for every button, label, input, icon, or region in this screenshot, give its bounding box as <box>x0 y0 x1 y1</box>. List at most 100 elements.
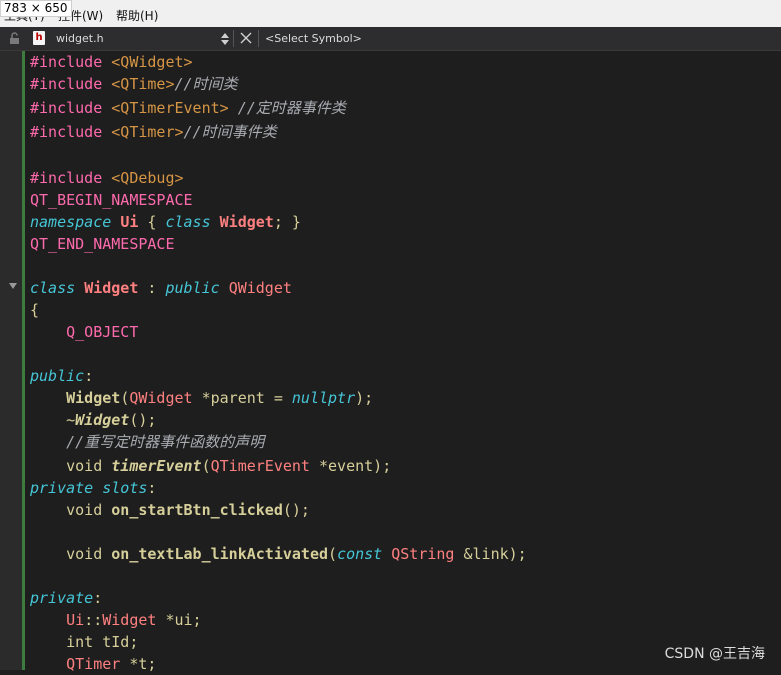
code-token: *event); <box>309 457 392 475</box>
code-token: : <box>84 367 94 385</box>
code-token: <QTimerEvent> <box>111 99 229 117</box>
code-token: QT_BEGIN_NAMESPACE <box>30 191 193 209</box>
toolbar-divider <box>233 30 234 47</box>
code-token: const <box>337 545 383 563</box>
code-token: &link); <box>454 545 527 563</box>
code-line[interactable]: QT_BEGIN_NAMESPACE <box>30 189 193 211</box>
code-line[interactable]: QTimer *t; <box>30 653 156 675</box>
code-token: :: <box>84 611 103 629</box>
code-token: Q_OBJECT <box>66 323 139 341</box>
code-token: (); <box>129 411 157 429</box>
code-token: void <box>30 457 112 475</box>
code-token: ~ <box>30 411 76 429</box>
code-line[interactable]: int tId; <box>30 631 138 653</box>
code-token: #include <box>30 123 112 141</box>
lock-icon[interactable] <box>9 32 21 45</box>
code-token: private <box>30 589 94 607</box>
menu-bar: 工具(T) 控件(W) 帮助(H) <box>0 0 781 28</box>
code-token: ( <box>201 457 211 475</box>
code-token: (); <box>282 501 310 519</box>
code-token: <QTime> <box>111 75 175 93</box>
code-token: QTimer <box>66 655 121 673</box>
code-line[interactable]: namespace Ui { class Widget; } <box>30 211 301 233</box>
fold-arrow-icon[interactable] <box>9 283 17 289</box>
editor-toolbar: h widget.h <Select Symbol> <box>0 27 781 51</box>
code-token: *t; <box>120 655 157 673</box>
symbol-selector[interactable]: <Select Symbol> <box>265 32 362 45</box>
menu-help[interactable]: 帮助(H) <box>116 7 158 24</box>
code-line[interactable]: private: <box>30 587 102 609</box>
code-token: Widget <box>219 213 274 231</box>
code-token: //定时器事件类 <box>228 99 346 117</box>
change-marker-bar <box>22 51 25 670</box>
size-badge: 783 × 650 <box>0 0 72 17</box>
code-token: ( <box>328 545 338 563</box>
code-token: : <box>93 589 103 607</box>
code-token: on_startBtn_clicked <box>111 501 283 519</box>
code-line[interactable]: ~Widget(); <box>30 409 156 431</box>
code-token: class <box>30 279 76 297</box>
code-token: QString <box>391 545 455 563</box>
code-line[interactable]: #include <QDebug> <box>30 167 184 189</box>
code-token: #include <box>30 169 112 187</box>
code-token: QWidget <box>129 389 193 407</box>
open-file-selector[interactable]: widget.h <box>56 32 104 45</box>
code-line[interactable]: #include <QTimerEvent> //定时器事件类 <box>30 97 346 119</box>
code-line[interactable]: #include <QWidget> <box>30 51 193 73</box>
code-token: void <box>30 545 112 563</box>
code-token: Widget <box>75 411 130 429</box>
code-line[interactable]: #include <QTime>//时间类 <box>30 73 238 95</box>
code-token: //时间类 <box>174 75 238 93</box>
code-token: Widget <box>84 279 139 297</box>
code-token: QTimerEvent <box>210 457 310 475</box>
code-token: { <box>30 301 40 319</box>
code-line[interactable]: void on_startBtn_clicked(); <box>30 499 310 521</box>
code-token: void <box>30 501 112 519</box>
code-line[interactable]: //重写定时器事件函数的声明 <box>30 431 264 453</box>
code-line[interactable]: void on_textLab_linkActivated(const QStr… <box>30 543 527 565</box>
code-token: QT_END_NAMESPACE <box>30 235 175 253</box>
code-token: public <box>165 279 220 297</box>
code-line[interactable]: private slots: <box>30 477 156 499</box>
code-token: Ui <box>120 213 139 231</box>
code-token: nullptr <box>291 389 356 407</box>
code-line[interactable]: Widget(QWidget *parent = nullptr); <box>30 387 373 409</box>
close-icon[interactable] <box>240 32 252 44</box>
code-token: #include <box>30 75 112 93</box>
code-line[interactable]: #include <QTimer>//时间事件类 <box>30 121 277 143</box>
code-token: Ui <box>66 611 85 629</box>
code-line[interactable]: public: <box>30 365 93 387</box>
code-token: //重写定时器事件函数的声明 <box>66 433 265 451</box>
code-token: ; } <box>273 213 301 231</box>
code-token: private slots <box>30 479 148 497</box>
code-line[interactable]: class Widget : public QWidget <box>30 277 292 299</box>
code-token: : <box>147 479 157 497</box>
code-token: on_textLab_linkActivated <box>111 545 329 563</box>
code-token: public <box>30 367 85 385</box>
code-token: Widget <box>66 389 121 407</box>
code-token: Widget <box>102 611 157 629</box>
code-token: *ui; <box>156 611 202 629</box>
code-editor[interactable]: #include <QWidget> #include <QTime>//时间类 #… <box>30 51 781 673</box>
code-line[interactable]: { <box>30 299 39 321</box>
code-token: class <box>165 213 211 231</box>
code-token: #include <box>30 53 112 71</box>
code-token: QWidget <box>228 279 292 297</box>
code-line[interactable]: void timerEvent(QTimerEvent *event); <box>30 455 391 477</box>
code-line[interactable]: QT_END_NAMESPACE <box>30 233 175 255</box>
code-token: #include <box>30 99 112 117</box>
toolbar-divider <box>258 30 259 47</box>
code-line[interactable]: Q_OBJECT <box>30 321 138 343</box>
updown-arrows-icon[interactable] <box>221 32 229 46</box>
code-token: //时间事件类 <box>183 123 277 141</box>
code-line[interactable]: Ui::Widget *ui; <box>30 609 202 631</box>
code-token: timerEvent <box>111 457 202 475</box>
